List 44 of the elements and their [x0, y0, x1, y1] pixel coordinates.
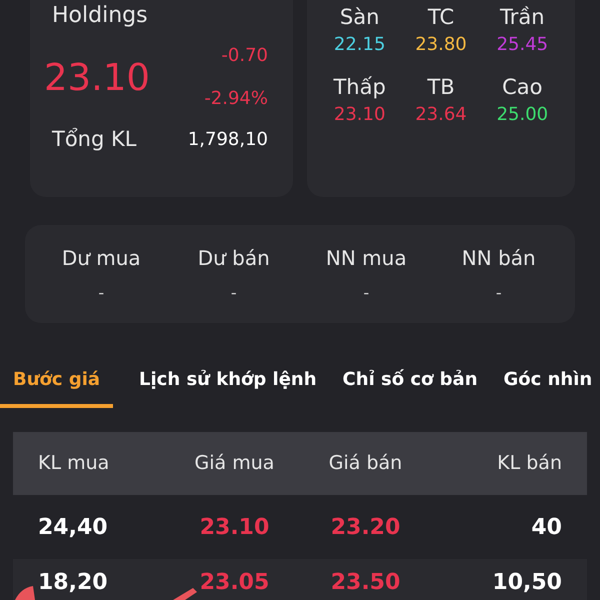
- table-cell-text: 23.50: [330, 569, 400, 597]
- level-value: 23.64: [415, 103, 467, 127]
- level-label: Cao: [502, 74, 543, 101]
- table-cell-text: 18,20: [38, 569, 108, 597]
- level-label: TC: [428, 4, 454, 31]
- column-header: KL bán: [497, 451, 562, 476]
- table-cell-text: 23.05: [200, 569, 270, 597]
- order-value: -: [496, 282, 502, 304]
- level-label: Trần: [500, 4, 545, 31]
- order-value: -: [230, 282, 237, 304]
- column-header: Giá bán: [328, 451, 402, 476]
- level-value: 25.45: [496, 33, 548, 57]
- level-value: 22.15: [334, 33, 386, 57]
- percent-change: -2.94%: [204, 87, 268, 111]
- volume-label: Tổng KL: [52, 126, 136, 153]
- column-header: Giá mua: [194, 451, 274, 476]
- order-label: Dư mua: [62, 245, 141, 272]
- level-value: 23.10: [334, 103, 386, 127]
- table-cell-text: 24,40: [38, 514, 108, 542]
- level-value: 23.80: [415, 33, 467, 57]
- table-cell-text: 23.10: [200, 514, 270, 542]
- stock-name: Holdings: [52, 2, 149, 30]
- level-label: Sàn: [340, 4, 380, 31]
- column-header: KL mua: [38, 451, 110, 476]
- level-label: TB: [427, 74, 455, 101]
- table-cell-text: 10,50: [492, 569, 562, 597]
- level-label: Thấp: [333, 74, 386, 101]
- table-cell-text: 40: [531, 514, 562, 542]
- level-value: 25.00: [496, 103, 548, 127]
- table-cell-text: 23.20: [330, 514, 400, 542]
- tab[interactable]: Chỉ số cơ bản: [342, 355, 478, 408]
- order-label: NN bán: [462, 245, 536, 272]
- price-change: -0.70: [221, 44, 268, 68]
- order-value: -: [98, 282, 104, 304]
- tab[interactable]: Bước giá: [0, 355, 114, 408]
- order-value: -: [363, 282, 370, 304]
- tab[interactable]: Lịch sử khớp lệnh: [139, 355, 317, 408]
- blob-shape: [15, 586, 35, 600]
- tab[interactable]: Góc nhìn: [504, 355, 592, 408]
- last-price: 23.10: [44, 58, 150, 96]
- order-label: Dư bán: [198, 245, 270, 272]
- volume-value: 1,798,10: [188, 128, 268, 152]
- order-label: NN mua: [326, 245, 407, 272]
- stroke-mark: [173, 588, 197, 600]
